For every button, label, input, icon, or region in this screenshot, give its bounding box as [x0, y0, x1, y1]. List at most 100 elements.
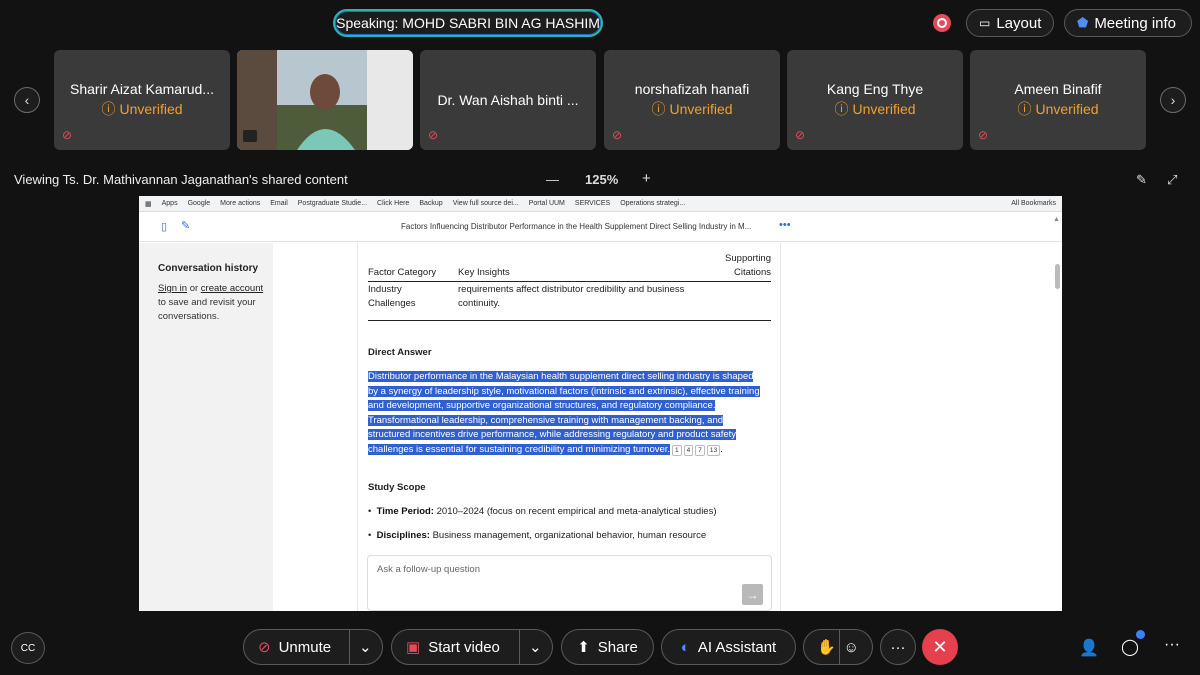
shared-content-label: Viewing Ts. Dr. Mathivannan Jaganathan's… [14, 172, 348, 187]
info-icon: ⓘ [651, 101, 666, 117]
document-header: ▯ ✎ Factors Influencing Distributor Perf… [139, 212, 1062, 242]
share-button[interactable]: ⬆ Share [561, 629, 654, 665]
bookmark[interactable]: Click Here [377, 200, 409, 207]
conversation-sidebar: Conversation history Sign in or create a… [139, 243, 273, 611]
raise-hand-icon[interactable]: ✋ [817, 638, 836, 656]
active-speaker-text: Speaking: MOHD SABRI BIN AG HASHIM [336, 15, 600, 31]
meeting-info-button[interactable]: ⬟ Meeting info [1064, 9, 1192, 37]
conversation-history-heading: Conversation history [158, 263, 259, 274]
captions-icon[interactable]: CC [11, 632, 45, 664]
scroll-up-icon[interactable]: ▲ [1053, 216, 1060, 223]
unverified-badge: ⓘ Unverified [1017, 101, 1099, 117]
layout-icon: ▭ [979, 16, 991, 30]
more-icon[interactable]: ••• [779, 219, 791, 231]
unmute-button[interactable]: ⊘ Unmute ⌄ [243, 629, 383, 665]
bookmark[interactable]: Portal UUM [529, 200, 565, 207]
end-call-button[interactable]: ✕ [922, 629, 958, 665]
muted-mic-icon: ⊘ [258, 639, 271, 656]
sign-in-link[interactable]: Sign in [158, 283, 187, 294]
column-header: Factor Category [368, 267, 437, 278]
ai-assistant-icon: ◐ [680, 638, 690, 656]
chevron-down-icon[interactable]: ⌄ [529, 638, 542, 656]
unverified-badge: ⓘ Unverified [834, 101, 916, 117]
chevron-right-icon[interactable]: › [1160, 87, 1186, 113]
participant-tile[interactable]: Ameen Binafif ⓘ Unverified ⊘ [970, 50, 1146, 150]
notification-dot [1136, 630, 1145, 639]
info-icon: ⓘ [834, 101, 849, 117]
participants-icon[interactable]: 👤 [1079, 638, 1099, 658]
bookmark[interactable]: View full source dei... [453, 200, 519, 207]
list-item: • Disciplines: Business management, orga… [368, 530, 707, 541]
annotate-icon[interactable]: ✎ [1136, 172, 1147, 188]
chat-icon[interactable]: ◯ [1121, 637, 1139, 657]
create-account-link[interactable]: create account [201, 283, 263, 294]
table-header: Factor Category Key Insights Supporting … [368, 249, 771, 282]
citation-badge[interactable]: 7 [695, 444, 705, 456]
muted-mic-icon: ⊘ [428, 128, 439, 142]
participant-name: Ameen Binafif [1014, 81, 1102, 97]
participant-video [237, 50, 413, 150]
chevron-down-icon[interactable]: ⌄ [359, 638, 372, 656]
bookmark[interactable]: SERVICES [575, 200, 610, 207]
participant-name: norshafizah hanafi [634, 81, 750, 97]
edit-icon[interactable]: ✎ [181, 219, 190, 232]
zoom-out-button[interactable]: — [546, 172, 559, 187]
all-bookmarks[interactable]: All Bookmarks [1011, 200, 1056, 207]
recording-icon[interactable] [933, 14, 951, 32]
fullscreen-icon[interactable]: ⤢ [1167, 172, 1177, 188]
shield-icon: ⬟ [1077, 15, 1089, 30]
close-icon: ✕ [932, 636, 948, 657]
participant-name: Dr. Wan Aishah binti ... [437, 92, 579, 108]
participant-video-tile[interactable] [237, 50, 413, 150]
bookmark[interactable]: Google [188, 200, 211, 207]
reactions-group: ✋ ☺ [803, 629, 873, 665]
direct-answer-heading: Direct Answer [368, 347, 432, 358]
study-scope-heading: Study Scope [368, 482, 426, 493]
follow-up-input[interactable]: Ask a follow-up question → [367, 555, 772, 611]
share-icon: ⬆ [577, 639, 590, 656]
citation-badge[interactable]: 13 [706, 444, 721, 456]
sign-in-prompt: Sign in or create account to save and re… [158, 283, 264, 322]
participant-tile[interactable]: Dr. Wan Aishah binti ... ⊘ [420, 50, 596, 150]
reaction-icon[interactable]: ☺ [844, 639, 859, 656]
participant-name: Kang Eng Thye [826, 81, 924, 97]
info-icon: ⓘ [101, 101, 116, 117]
scrollbar-thumb[interactable] [1055, 264, 1060, 289]
bookmarks-bar: ▦ Apps Google More actions Email Postgra… [139, 196, 1062, 212]
sidebar-toggle-icon[interactable]: ▯ [161, 220, 167, 233]
unverified-badge: ⓘ Unverified [651, 101, 733, 117]
start-video-button[interactable]: ▣ Start video ⌄ [391, 629, 553, 665]
muted-mic-icon: ⊘ [978, 128, 989, 142]
meeting-info-label: Meeting info [1094, 14, 1177, 32]
citation-badge[interactable]: 1 [672, 444, 682, 456]
column-header: Key Insights [458, 267, 510, 278]
grid-icon[interactable]: ▦ [145, 200, 152, 208]
bookmark[interactable]: More actions [220, 200, 260, 207]
layout-button[interactable]: ▭ Layout [966, 9, 1054, 37]
layout-label: Layout [996, 14, 1042, 32]
video-off-icon: ▣ [406, 639, 421, 656]
participant-tile[interactable]: Kang Eng Thye ⓘ Unverified ⊘ [787, 50, 963, 150]
participant-tile[interactable]: norshafizah hanafi ⓘ Unverified ⊘ [604, 50, 780, 150]
ai-assistant-button[interactable]: ◐ AI Assistant [661, 629, 796, 665]
follow-up-placeholder: Ask a follow-up question [377, 564, 480, 575]
bookmark[interactable]: Postgraduate Studie... [298, 200, 367, 207]
more-icon[interactable]: ··· [1164, 636, 1180, 654]
zoom-level: 125% [585, 172, 619, 187]
bookmark[interactable]: Email [270, 200, 288, 207]
muted-mic-icon: ⊘ [62, 128, 73, 142]
participant-tile[interactable]: Sharir Aizat Kamarud... ⓘ Unverified ⊘ [54, 50, 230, 150]
info-icon: ⓘ [1017, 101, 1032, 117]
send-arrow-icon[interactable]: → [742, 584, 763, 605]
bookmark[interactable]: Apps [162, 200, 178, 207]
chevron-left-icon[interactable]: ‹ [14, 87, 40, 113]
citation-badge[interactable]: 4 [683, 444, 694, 456]
zoom-in-button[interactable]: + [642, 170, 651, 187]
direct-answer-text: Distributor performance in the Malaysian… [368, 371, 760, 456]
column-header: Supporting [725, 253, 771, 264]
muted-mic-icon: ⊘ [612, 128, 623, 142]
shared-screen: ▦ Apps Google More actions Email Postgra… [139, 196, 1062, 611]
bookmark[interactable]: Backup [419, 200, 442, 207]
more-options-icon[interactable]: ··· [880, 629, 916, 665]
bookmark[interactable]: Operations strategi... [620, 200, 685, 207]
